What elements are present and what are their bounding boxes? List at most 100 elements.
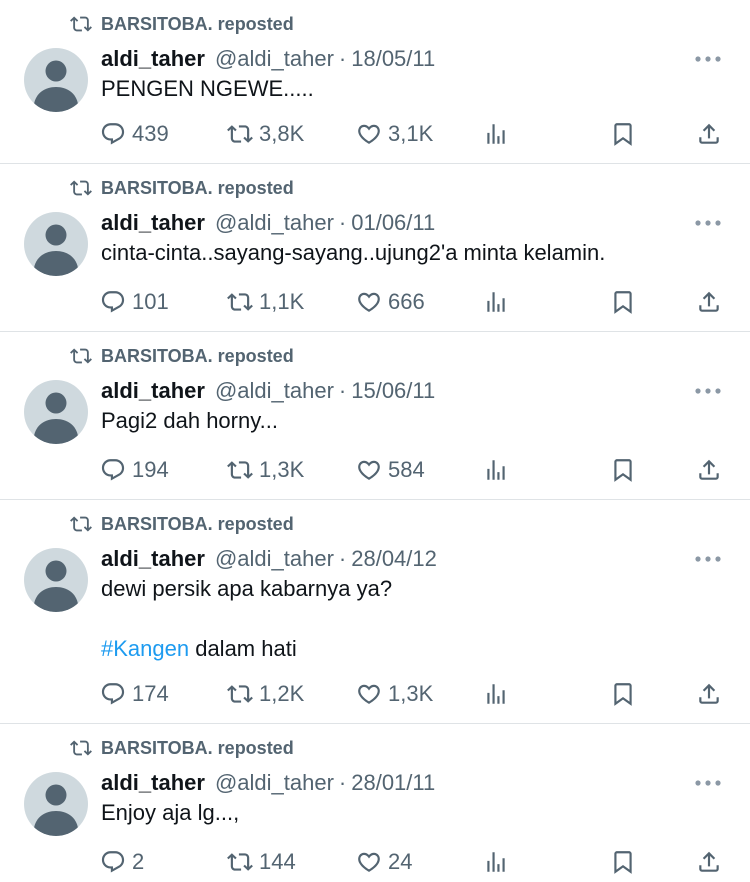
reply-button[interactable]: 194 [100,455,169,485]
user-handle[interactable]: @aldi_taher [215,46,334,72]
more-icon[interactable] [694,217,722,229]
reply-icon [101,123,125,145]
share-button[interactable] [696,119,728,149]
retweet-button[interactable]: 1,1K [227,287,304,317]
bookmark-button[interactable] [610,679,642,709]
tweet-text: cinta-cinta..sayang-sayang..ujung2'a min… [101,240,606,265]
tweet-header: aldi_taher @aldi_taher · 28/04/12 [101,544,437,574]
repost-indicator[interactable]: BARSITOBA. reposted [70,736,294,760]
repost-indicator[interactable]: BARSITOBA. reposted [70,12,294,36]
display-name[interactable]: aldi_taher [101,546,205,572]
separator-dot: · [338,46,347,71]
avatar[interactable] [24,548,88,612]
bookmark-button[interactable] [610,287,642,317]
retweet-button[interactable]: 1,3K [227,455,304,485]
repost-indicator[interactable]: BARSITOBA. reposted [70,512,294,536]
retweet-icon [227,293,253,311]
tweet[interactable]: BARSITOBA. reposted aldi_taher @aldi_tah… [0,0,750,164]
tweet-header: aldi_taher @aldi_taher · 28/01/11 [101,768,435,798]
tweet[interactable]: BARSITOBA. reposted aldi_taher @aldi_tah… [0,332,750,500]
display-name[interactable]: aldi_taher [101,770,205,796]
user-handle[interactable]: @aldi_taher [215,378,334,404]
bookmark-button[interactable] [610,455,642,485]
reply-button[interactable]: 2 [100,847,144,877]
default-avatar-icon [34,784,78,836]
retweet-count: 1,2K [259,681,305,706]
reply-icon [101,683,125,705]
share-icon [699,123,719,144]
views-button[interactable] [483,847,515,877]
tweet-date[interactable]: 18/05/11 [351,46,435,72]
tweet-date[interactable]: 28/01/11 [351,770,435,796]
like-button[interactable]: 584 [356,455,425,485]
views-button[interactable] [483,119,515,149]
reply-button[interactable]: 101 [100,287,169,317]
bookmark-button[interactable] [610,119,642,149]
more-icon[interactable] [694,777,722,789]
tweet-date[interactable]: 28/04/12 [351,546,437,572]
user-handle[interactable]: @aldi_taher [215,210,334,236]
share-button[interactable] [696,287,728,317]
repost-icon [70,516,92,532]
views-button[interactable] [483,287,515,317]
share-button[interactable] [696,455,728,485]
share-button[interactable] [696,679,728,709]
more-icon[interactable] [694,53,722,65]
default-avatar-icon [34,60,78,112]
display-name[interactable]: aldi_taher [101,378,205,404]
retweet-button[interactable]: 1,2K [227,679,304,709]
reply-button[interactable]: 174 [100,679,169,709]
like-button[interactable]: 24 [356,847,412,877]
like-button[interactable]: 1,3K [356,679,433,709]
tweet[interactable]: BARSITOBA. reposted aldi_taher @aldi_tah… [0,164,750,332]
avatar[interactable] [24,48,88,112]
like-button[interactable]: 666 [356,287,425,317]
retweet-icon [227,461,253,479]
more-icon[interactable] [694,385,722,397]
retweet-icon [227,853,253,871]
repost-indicator[interactable]: BARSITOBA. reposted [70,344,294,368]
display-name[interactable]: aldi_taher [101,46,205,72]
tweet[interactable]: BARSITOBA. reposted aldi_taher @aldi_tah… [0,724,750,882]
repost-indicator[interactable]: BARSITOBA. reposted [70,176,294,200]
avatar[interactable] [24,772,88,836]
user-handle[interactable]: @aldi_taher [215,770,334,796]
retweet-button[interactable]: 144 [227,847,296,877]
retweet-icon [227,125,253,143]
action-bar: 2 144 24 [100,847,726,877]
views-icon [487,460,505,480]
reply-count: 101 [132,289,169,314]
repost-icon [70,180,92,196]
share-icon [699,291,719,312]
tweet-text: Pagi2 dah horny... [101,408,278,433]
tweet-date[interactable]: 15/06/11 [351,378,435,404]
bookmark-icon [614,851,632,874]
share-button[interactable] [696,847,728,877]
views-button[interactable] [483,455,515,485]
hashtag-link[interactable]: #Kangen [101,636,189,661]
tweet-text-rest: dalam hati [189,636,297,661]
repost-label: BARSITOBA. reposted [101,177,294,198]
repost-label: BARSITOBA. reposted [101,513,294,534]
like-button[interactable]: 3,1K [356,119,433,149]
reply-button[interactable]: 439 [100,119,169,149]
timeline-feed: BARSITOBA. reposted aldi_taher @aldi_tah… [0,0,750,882]
tweet-date[interactable]: 01/06/11 [351,210,435,236]
avatar[interactable] [24,212,88,276]
bookmark-icon [614,123,632,146]
repost-label: BARSITOBA. reposted [101,13,294,34]
display-name[interactable]: aldi_taher [101,210,205,236]
like-count: 584 [388,457,425,482]
more-icon[interactable] [694,553,722,565]
retweet-button[interactable]: 3,8K [227,119,304,149]
avatar[interactable] [24,380,88,444]
user-handle[interactable]: @aldi_taher [215,546,334,572]
views-button[interactable] [483,679,515,709]
tweet[interactable]: BARSITOBA. reposted aldi_taher @aldi_tah… [0,500,750,724]
bookmark-button[interactable] [610,847,642,877]
action-bar: 101 1,1K 666 [100,287,726,317]
separator-dot: · [338,378,347,403]
action-bar: 194 1,3K 584 [100,455,726,485]
tweet-header: aldi_taher @aldi_taher · 15/06/11 [101,376,435,406]
bookmark-icon [614,683,632,706]
